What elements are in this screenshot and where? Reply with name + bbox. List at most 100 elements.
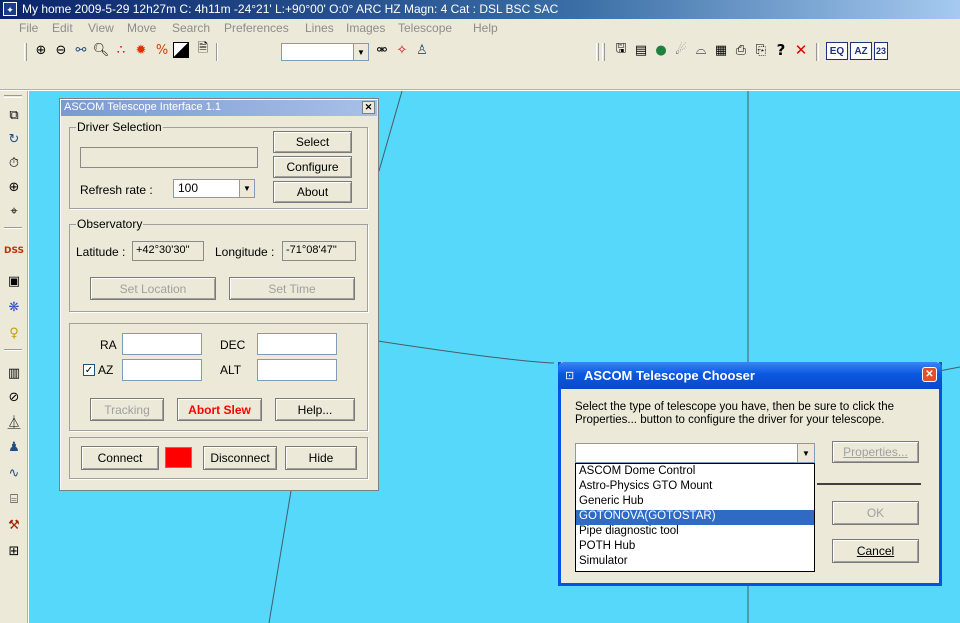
list-item[interactable]: POTH Hub (576, 540, 814, 555)
color-icon[interactable] (172, 41, 190, 59)
dome-icon[interactable]: ⌓ (692, 41, 710, 59)
add-icon[interactable]: ⊞ (4, 541, 24, 561)
mode-az-button[interactable]: AZ (850, 42, 872, 60)
zoom-in-icon[interactable]: ⊕ (32, 41, 50, 59)
planet-globe-icon[interactable]: ● (652, 41, 670, 59)
chooser-title-bar[interactable]: ⊡ ASCOM Telescope Chooser ✕ (558, 362, 942, 389)
connect-button[interactable]: Connect (81, 446, 159, 470)
dss-icon[interactable]: DSS (4, 241, 24, 261)
zoom-fit-icon[interactable]: ⚯ (72, 41, 90, 59)
refresh-icon[interactable]: ↻ (4, 129, 24, 149)
ruler-icon[interactable]: ⌸ (4, 489, 24, 509)
grid-icon[interactable]: ⊕ (4, 177, 24, 197)
list-item-selected[interactable]: GOTONOVA(GOTOSTAR) (576, 510, 814, 525)
find-star-icon[interactable]: ✧ (393, 41, 411, 59)
close-icon[interactable]: ✕ (792, 41, 810, 59)
tracking-button[interactable]: Tracking (90, 398, 164, 421)
telescope-select[interactable]: ▼ (575, 443, 815, 463)
list-item[interactable]: Simulator (576, 555, 814, 570)
menu-search[interactable]: Search (172, 21, 210, 35)
curve-icon[interactable]: ∿ (4, 463, 24, 483)
chooser-title: ASCOM Telescope Chooser (584, 368, 755, 383)
menu-help[interactable]: Help (473, 21, 498, 35)
menu-bar: File Edit View Move Search Preferences L… (0, 19, 960, 37)
connection-status-indicator (165, 447, 192, 468)
nebula-icon[interactable]: ❋ (4, 297, 24, 317)
telescope-chooser-dialog: ⊡ ASCOM Telescope Chooser ✕ Select the t… (558, 362, 942, 586)
list-item[interactable]: ASCOM Dome Control (576, 465, 814, 480)
chevron-down-icon[interactable]: ▼ (239, 180, 254, 197)
disconnect-button[interactable]: Disconnect (203, 446, 277, 470)
menu-telescope[interactable]: Telescope (398, 21, 452, 35)
target-icon[interactable]: ⌖ (4, 201, 24, 221)
dec-field[interactable] (257, 333, 337, 355)
select-button[interactable]: Select (273, 131, 352, 153)
menu-preferences[interactable]: Preferences (224, 21, 289, 35)
configure-button[interactable]: Configure (273, 156, 352, 178)
help-icon[interactable]: ? (772, 41, 790, 59)
planet-icon[interactable]: % (153, 41, 171, 59)
close-icon[interactable]: ✕ (362, 101, 375, 114)
toolbar-grip-right-2[interactable] (602, 43, 605, 61)
close-icon[interactable]: ✕ (922, 367, 937, 382)
star-icon[interactable]: ✹ (132, 41, 150, 59)
driver-name-field (80, 147, 258, 168)
page-icon[interactable]: 🗎︎ (194, 41, 212, 59)
chevron-down-icon[interactable]: ▼ (353, 44, 368, 60)
calendar-icon[interactable]: ▦ (712, 41, 730, 59)
dialog-title-bar[interactable]: ASCOM Telescope Interface 1.1 ✕ (61, 100, 377, 116)
object-search-combo[interactable]: ▼ (281, 43, 369, 61)
list-item[interactable]: Astro-Physics GTO Mount (576, 480, 814, 495)
hide-button[interactable]: Hide (285, 446, 357, 470)
clock-icon[interactable]: ⏱ (4, 153, 24, 173)
set-time-button[interactable]: Set Time (229, 277, 355, 300)
print-icon[interactable]: ⎙ (732, 41, 750, 59)
image-icon[interactable]: ▣ (4, 271, 24, 291)
cancel-button[interactable]: Cancel (832, 539, 919, 563)
az-field[interactable] (122, 359, 202, 381)
ra-field[interactable] (122, 333, 202, 355)
mode-eq-button[interactable]: EQ (826, 42, 848, 60)
telescope-icon[interactable]: ⏅ (4, 411, 24, 431)
tools-icon[interactable]: ⚒ (4, 515, 24, 535)
menu-edit[interactable]: Edit (52, 21, 73, 35)
copy-icon[interactable]: ⧉ (4, 105, 24, 125)
az-checkbox[interactable]: ✓ (83, 364, 95, 376)
zoom-icon[interactable]: 🔍︎ (92, 41, 110, 59)
ok-button[interactable]: OK (832, 501, 919, 525)
find-person-icon[interactable]: ♙ (413, 41, 431, 59)
chooser-instructions-line2: Properties... button to configure the dr… (575, 414, 885, 426)
save-icon[interactable]: 🖫︎ (612, 41, 630, 59)
properties-button[interactable]: Properties... (832, 441, 919, 463)
menu-view[interactable]: View (88, 21, 114, 35)
printer-settings-icon[interactable]: ⎘ (752, 41, 770, 59)
menu-lines[interactable]: Lines (305, 21, 334, 35)
az-label: AZ (98, 363, 114, 377)
refresh-rate-select[interactable]: 100 ▼ (173, 179, 255, 198)
observatory-group: Observatory Latitude : +42°30'30" Longit… (69, 217, 368, 312)
person-icon[interactable]: ♟ (4, 437, 24, 457)
list-item[interactable]: Generic Hub (576, 495, 814, 510)
toolbar-grip-right[interactable] (596, 43, 599, 61)
toolbar-grip[interactable] (24, 43, 27, 61)
list-icon[interactable]: ▥ (4, 363, 24, 383)
chevron-down-icon[interactable]: ▼ (797, 444, 814, 462)
set-location-button[interactable]: Set Location (90, 277, 216, 300)
sidebar-grip[interactable] (4, 95, 22, 98)
abort-slew-button[interactable]: Abort Slew (177, 398, 262, 421)
constellation-icon[interactable]: ∴ (112, 41, 130, 59)
menu-file[interactable]: File (19, 21, 38, 35)
zoom-out-icon[interactable]: ⊖ (52, 41, 70, 59)
about-button[interactable]: About (273, 181, 352, 203)
help-button[interactable]: Help... (275, 398, 355, 421)
menu-images[interactable]: Images (346, 21, 385, 35)
menu-move[interactable]: Move (127, 21, 156, 35)
pin-icon[interactable]: ♀ (4, 323, 24, 343)
binoculars-icon[interactable]: ⚮ (373, 41, 391, 59)
comet-icon[interactable]: ☄ (672, 41, 690, 59)
alt-field[interactable] (257, 359, 337, 381)
list-item[interactable]: Pipe diagnostic tool (576, 525, 814, 540)
notes-icon[interactable]: ▤ (632, 41, 650, 59)
compass-icon[interactable]: ⊘ (4, 387, 24, 407)
mode-23-button[interactable]: 23 (874, 42, 888, 60)
